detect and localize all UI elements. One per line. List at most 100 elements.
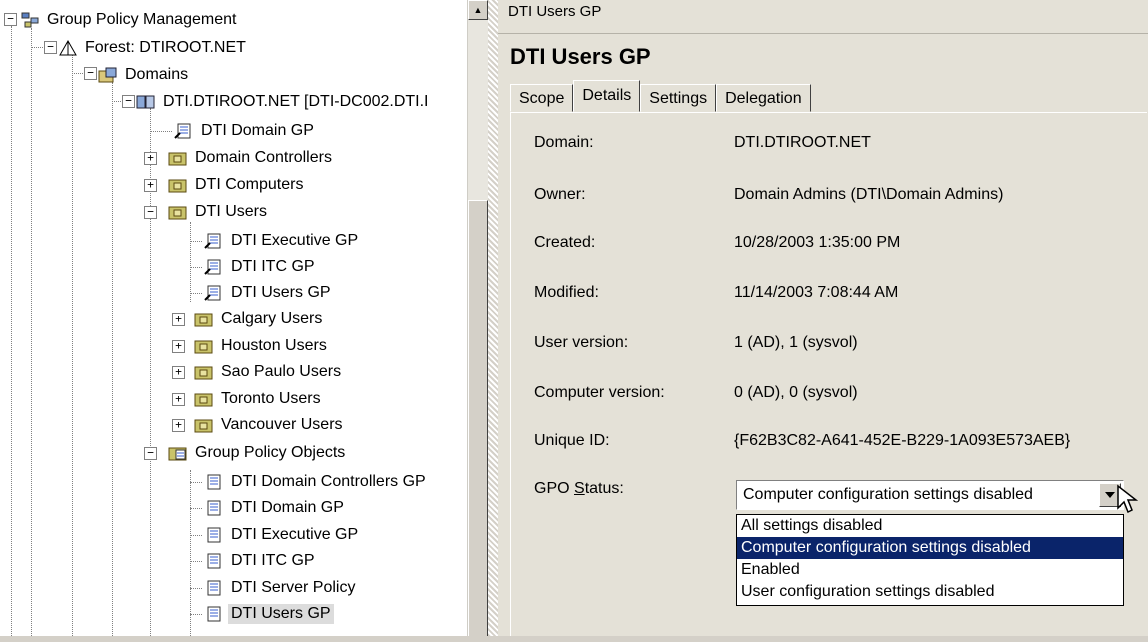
details-pane: DTI Users GP DTI Users GP Scope Details … [498,0,1148,637]
expand-toggle[interactable]: + [172,313,185,326]
expand-toggle[interactable]: + [172,419,185,432]
gpo-scroll-icon [204,499,224,517]
domains-folder-icon [98,66,118,84]
tree-label: Houston Users [221,337,327,354]
domain-label: Domain: [534,134,594,151]
gpo-scroll-icon [204,579,224,597]
tab-delegation[interactable]: Delegation [716,84,811,112]
tree-label: Sao Paulo Users [221,363,342,380]
tree-item-gpo[interactable]: DTI Executive GP [204,522,361,548]
tree-item-ou[interactable]: Houston Users [194,333,330,359]
gpo-status-label-part: tatus: [584,480,624,497]
scroll-up-arrow-icon[interactable]: ▲ [468,0,488,20]
pane-splitter[interactable] [488,0,498,636]
collapse-toggle[interactable]: − [44,41,57,54]
computer-version-value: 0 (AD), 0 (sysvol) [734,384,858,401]
tree-label: DTI Users GP [228,604,334,624]
modified-value: 11/14/2003 7:08:44 AM [734,284,899,301]
gpo-status-option[interactable]: Enabled [737,559,1123,581]
window-bottom-edge [0,636,1148,642]
collapse-toggle[interactable]: − [144,206,157,219]
gpo-status-option[interactable]: All settings disabled [737,515,1123,537]
tree-line [190,470,191,636]
page-title: DTI Users GP [510,44,651,69]
tree-label: Group Policy Management [47,11,237,28]
expand-toggle[interactable]: + [144,179,157,192]
tree-item-gpo-link[interactable]: DTI ITC GP [204,254,318,280]
tree-item-gpo-link[interactable]: DTI Users GP [204,280,334,306]
expand-toggle[interactable]: + [172,393,185,406]
tree-item-gpo-folder[interactable]: Group Policy Objects [168,440,348,466]
computer-version-label: Computer version: [534,384,665,401]
ou-folder-icon [194,363,214,381]
ou-folder-icon [168,203,188,221]
tree-item-ou[interactable]: Calgary Users [194,306,325,332]
gpo-link-icon [204,232,224,250]
tree-line [112,101,121,102]
tree-item-ou[interactable]: DTI Users [168,199,270,225]
tree-item-gpo[interactable]: DTI Domain GP [204,495,347,521]
gpo-scroll-icon [204,605,224,623]
tree-item-gpo[interactable]: DTI Domain Controllers GP [204,469,429,495]
gpo-status-option-highlighted[interactable]: Computer configuration settings disabled [737,537,1123,559]
tree-item-gpo-link[interactable]: DTI Executive GP [204,228,361,254]
tree-label: DTI Domain Controllers GP [231,473,426,490]
collapse-toggle[interactable]: − [84,67,97,80]
domain-value: DTI.DTIROOT.NET [734,134,871,151]
unique-id-value: {F62B3C82-A641-452E-B229-1A093E573AEB} [734,432,1071,449]
tree-item-ou[interactable]: Toronto Users [194,386,324,412]
gpo-status-select[interactable]: Computer configuration settings disabled [736,480,1124,510]
collapse-toggle[interactable]: − [122,95,135,108]
tree-line [150,454,151,636]
expand-toggle[interactable]: + [172,340,185,353]
ou-folder-icon [168,149,188,167]
forest-icon [58,39,78,57]
tree-item-gpo-selected[interactable]: DTI Users GP [204,601,334,627]
tab-settings[interactable]: Settings [640,84,717,112]
tree-line [190,614,202,615]
tree-vertical-scrollbar[interactable]: ▲ [467,0,488,638]
tree-label: Forest: DTIROOT.NET [85,39,246,56]
tree-item-forest[interactable]: Forest: DTIROOT.NET [58,35,249,61]
tree-line [72,54,73,636]
tree-label: DTI Users GP [231,284,331,301]
tree-item-root[interactable]: Group Policy Management [20,7,239,33]
gpo-status-label-part: GPO [534,480,575,497]
scrollbar-thumb[interactable] [468,200,488,638]
ou-folder-icon [194,337,214,355]
gpo-status-option[interactable]: User configuration settings disabled [737,581,1123,603]
tree-item-domain[interactable]: DTI.DTIROOT.NET [DTI-DC002.DTI.I [136,89,432,115]
tree-item-gpo[interactable]: DTI Server Policy [204,575,358,601]
tab-scope[interactable]: Scope [510,84,574,112]
tree-item-ou[interactable]: Vancouver Users [194,412,346,438]
tab-strip: Scope Details Settings Delegation [510,80,811,112]
tree-label: DTI Domain GP [231,499,344,516]
tree-line [190,588,202,589]
tree-item-ou[interactable]: Domain Controllers [168,145,335,171]
owner-value: Domain Admins (DTI\Domain Admins) [734,186,1004,203]
collapse-toggle[interactable]: − [144,447,157,460]
tree-line [190,267,202,268]
tree-label: Group Policy Objects [195,444,346,461]
ou-folder-icon [194,390,214,408]
gpo-status-options-list[interactable]: All settings disabled Computer configura… [736,514,1124,606]
tree-item-gpo[interactable]: DTI ITC GP [204,548,318,574]
tree-line [31,47,43,48]
tree-line [150,131,172,132]
tree-item-gpo-link[interactable]: DTI Domain GP [174,118,317,144]
tree-item-domains[interactable]: Domains [98,62,191,88]
console-tree[interactable]: − Group Policy Management − Forest: DTIR… [0,0,466,636]
tree-line [72,73,83,74]
tree-label: Calgary Users [221,310,323,327]
tree-line [190,241,202,242]
gpo-link-icon [204,258,224,276]
ou-folder-icon [194,310,214,328]
tree-item-ou[interactable]: DTI Computers [168,172,306,198]
gpo-status-label: GPO Status: [534,480,624,498]
expand-toggle[interactable]: + [144,152,157,165]
expand-toggle[interactable]: + [172,366,185,379]
collapse-toggle[interactable]: − [4,13,17,26]
tree-item-ou[interactable]: Sao Paulo Users [194,359,344,385]
created-value: 10/28/2003 1:35:00 PM [734,234,901,251]
tab-details[interactable]: Details [573,80,641,112]
